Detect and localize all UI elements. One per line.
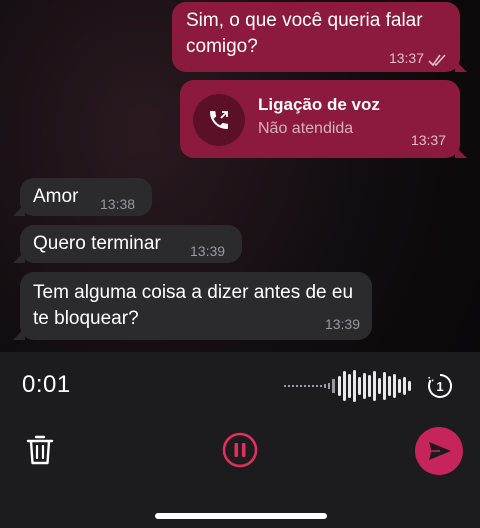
trash-icon[interactable]: [26, 434, 54, 466]
call-log-bubble[interactable]: Ligação de voz Não atendida 13:37: [180, 80, 467, 158]
read-receipt-icon: [428, 54, 446, 67]
message-bubble-outgoing[interactable]: Sim, o que você queria falar comigo? 13:…: [172, 2, 467, 72]
message-text: Tem alguma coisa a dizer antes de eu te …: [33, 282, 354, 329]
message-bubble-incoming[interactable]: Amor 13:38: [13, 178, 152, 216]
outgoing-call-icon: [210, 111, 228, 129]
home-indicator[interactable]: [155, 513, 327, 519]
message-time: 13:37: [388, 50, 424, 66]
message-text: Quero terminar: [33, 233, 161, 254]
view-once-icon[interactable]: 1: [426, 372, 454, 400]
recording-timer: 0:01: [22, 371, 71, 398]
call-icon-circle: [193, 94, 245, 146]
message-bubble-incoming[interactable]: Tem alguma coisa a dizer antes de eu te …: [13, 272, 372, 340]
message-time: 13:38: [100, 196, 136, 212]
voice-recorder-bar: 0:01 1: [0, 352, 480, 528]
send-button[interactable]: [415, 427, 463, 475]
send-icon: [429, 442, 451, 460]
pause-icon[interactable]: [222, 432, 258, 468]
waveform-icon: [284, 370, 411, 402]
message-text: Amor: [33, 186, 79, 207]
call-status: Não atendida: [258, 120, 354, 137]
call-title: Ligação de voz: [258, 95, 380, 114]
chat-area: Sim, o que você queria falar comigo? 13:…: [0, 0, 480, 352]
message-time: 13:39: [324, 316, 360, 332]
message-time: 13:39: [190, 243, 226, 259]
view-once-label: 1: [436, 379, 443, 394]
message-time: 13:37: [410, 132, 446, 148]
message-bubble-incoming[interactable]: Quero terminar 13:39: [13, 225, 242, 263]
